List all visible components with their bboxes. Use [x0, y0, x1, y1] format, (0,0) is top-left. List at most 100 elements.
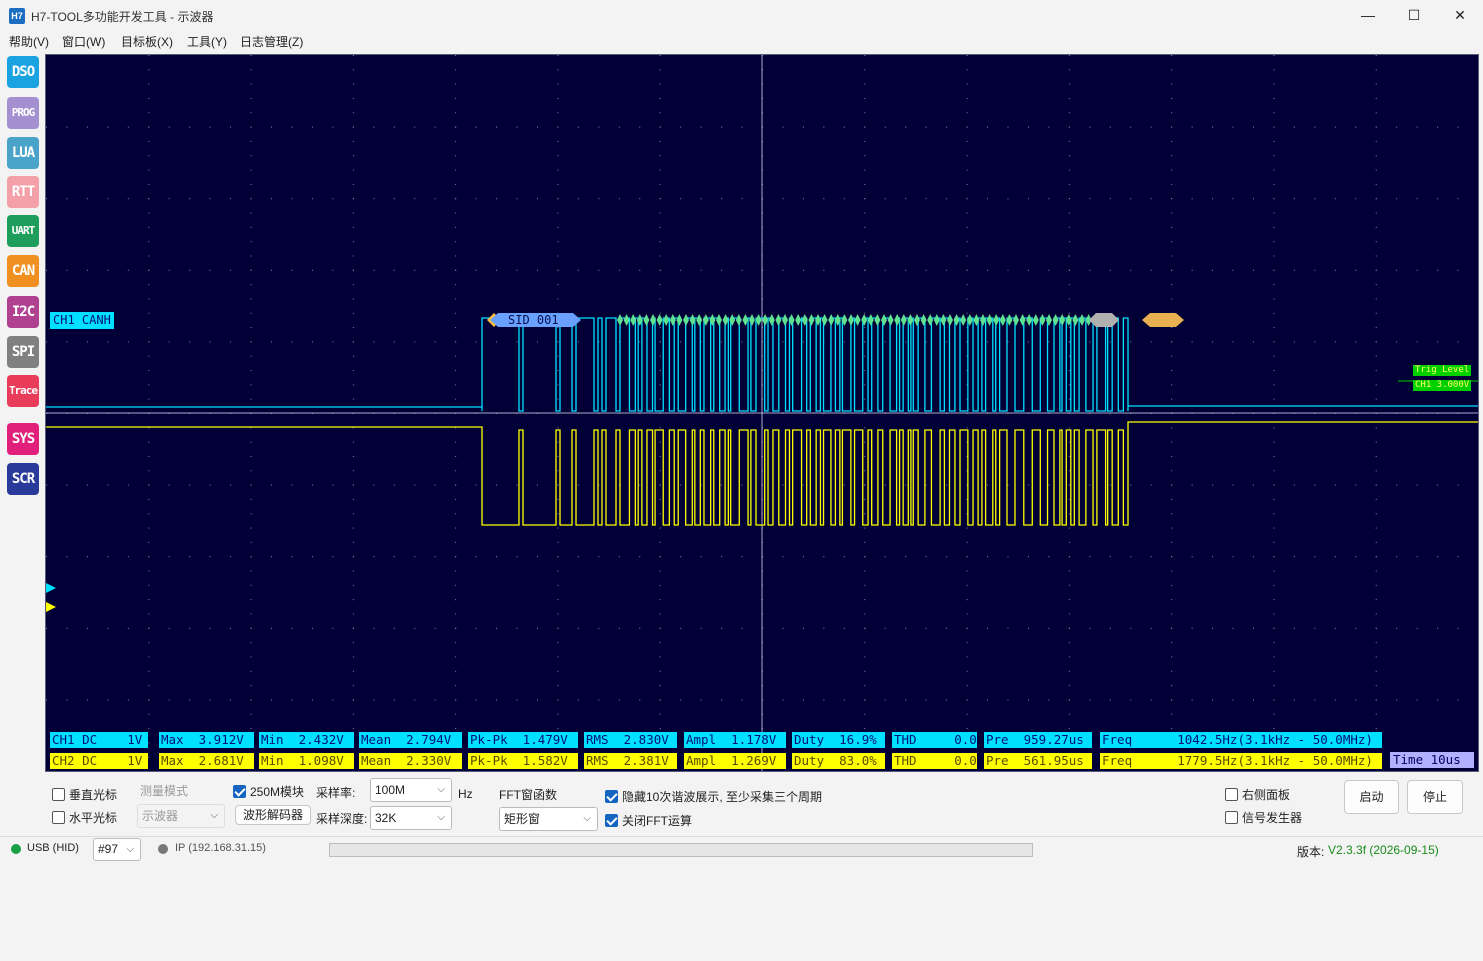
- checkbox-box-checked[interactable]: [233, 785, 246, 798]
- checkbox-box[interactable]: [1225, 788, 1238, 801]
- fft-window-select[interactable]: 矩形窗 ⌵: [499, 807, 598, 831]
- checkbox-box-checked[interactable]: [605, 790, 618, 803]
- grid-dot: [618, 556, 620, 558]
- maximize-button[interactable]: ☐: [1391, 0, 1437, 30]
- grid-dot: [864, 513, 866, 515]
- right-panel-checkbox[interactable]: 右侧面板: [1225, 786, 1290, 803]
- stop-button[interactable]: 停止: [1407, 780, 1463, 814]
- grid-dot: [1212, 699, 1214, 701]
- sidebar-item-spi[interactable]: SPI: [7, 336, 39, 368]
- grid-dot: [802, 484, 804, 486]
- grid-dot: [557, 527, 559, 529]
- grid-dot: [332, 198, 334, 200]
- grid-dot: [1314, 126, 1316, 128]
- sidebar-item-can[interactable]: CAN: [7, 255, 39, 287]
- decode-bit-marker: [663, 314, 670, 326]
- grid-dot: [536, 198, 538, 200]
- signal-generator-checkbox[interactable]: 信号发生器: [1225, 809, 1302, 826]
- sidebar-item-sys[interactable]: SYS: [7, 423, 39, 455]
- menu-window[interactable]: 窗口(W): [62, 33, 105, 50]
- grid-dot: [557, 427, 559, 429]
- grid-dot: [1355, 126, 1357, 128]
- sidebar-item-dso[interactable]: DSO: [7, 56, 39, 88]
- decode-bit-marker: [874, 314, 881, 326]
- grid-dot: [209, 341, 211, 343]
- grid-dot: [966, 627, 968, 629]
- grid-dot: [250, 255, 252, 257]
- grid-dot: [536, 341, 538, 343]
- grid-dot: [291, 556, 293, 558]
- menu-tools[interactable]: 工具(Y): [187, 33, 227, 50]
- measure-mode-select: 示波器 ⌵: [137, 804, 225, 828]
- sidebar-item-prog[interactable]: PROG: [7, 97, 39, 129]
- grid-dot: [987, 126, 989, 128]
- wave-decoder-button[interactable]: 波形解码器: [235, 805, 311, 825]
- grid-dot: [557, 656, 559, 658]
- grid-dot: [1273, 112, 1275, 114]
- hide-harmonics-checkbox[interactable]: 隐藏10次谐波展示, 至少采集三个周期: [605, 788, 822, 805]
- sample-rate-select[interactable]: 100M ⌵: [370, 778, 452, 802]
- grid-dot: [46, 556, 47, 558]
- grid-dot: [434, 126, 436, 128]
- grid-dot: [1171, 55, 1173, 56]
- grid-dot: [577, 341, 579, 343]
- grid-dot: [1273, 599, 1275, 601]
- grid-dot: [598, 699, 600, 701]
- grid-dot: [373, 699, 375, 701]
- decode-bit-marker: [1013, 314, 1019, 326]
- sidebar-item-lua[interactable]: LUA: [7, 137, 39, 169]
- grid-dot: [659, 642, 661, 644]
- grid-dot: [659, 498, 661, 500]
- grid-dot: [516, 269, 518, 271]
- grid-dot: [1252, 341, 1254, 343]
- grid-dot: [557, 384, 559, 386]
- decode-bit-marker: [940, 314, 947, 326]
- grid-dot: [168, 341, 170, 343]
- grid-dot: [864, 183, 866, 185]
- grid-dot: [782, 341, 784, 343]
- grid-dot: [1375, 455, 1377, 457]
- grid-dot: [250, 713, 252, 715]
- checkbox-box[interactable]: [52, 788, 65, 801]
- grid-dot: [455, 226, 457, 228]
- sidebar-item-rtt[interactable]: RTT: [7, 176, 39, 208]
- menu-target-board[interactable]: 目标板(X): [121, 33, 173, 50]
- checkbox-box[interactable]: [1225, 811, 1238, 824]
- grid-dot: [823, 627, 825, 629]
- grid-dot: [311, 556, 313, 558]
- close-fft-checkbox[interactable]: 关闭FFT运算: [605, 812, 692, 829]
- grid-dot: [1068, 298, 1070, 300]
- sample-depth-select[interactable]: 32K ⌵: [370, 806, 452, 830]
- grid-dot: [1089, 556, 1091, 558]
- horizontal-cursor-checkbox[interactable]: 水平光标: [52, 809, 117, 826]
- start-button[interactable]: 启动: [1344, 780, 1399, 814]
- grid-dot: [393, 126, 395, 128]
- module-250m-checkbox[interactable]: 250M模块: [233, 783, 304, 800]
- grid-dot: [557, 69, 559, 71]
- sidebar-item-scr[interactable]: SCR: [7, 463, 39, 495]
- sidebar-item-uart[interactable]: UART: [7, 215, 39, 247]
- grid-dot: [352, 484, 354, 486]
- timebase-label[interactable]: Time 10us: [1390, 752, 1474, 768]
- grid-dot: [1273, 126, 1275, 128]
- menu-help[interactable]: 帮助(V): [9, 33, 49, 50]
- grid-dot: [1048, 198, 1050, 200]
- grid-dot: [1273, 513, 1275, 515]
- close-button[interactable]: ✕: [1437, 0, 1483, 30]
- minimize-button[interactable]: —: [1345, 0, 1391, 30]
- port-select[interactable]: #97 ⌵: [93, 838, 141, 861]
- grid-dot: [1457, 556, 1459, 558]
- grid-dot: [148, 642, 150, 644]
- sidebar-item-trace[interactable]: Trace: [7, 375, 39, 407]
- grid-dot: [966, 670, 968, 672]
- grid-dot: [1068, 370, 1070, 372]
- grid-dot: [557, 255, 559, 257]
- vertical-cursor-checkbox[interactable]: 垂直光标: [52, 786, 117, 803]
- checkbox-box[interactable]: [52, 811, 65, 824]
- grid-dot: [1375, 527, 1377, 529]
- grid-dot: [946, 699, 948, 701]
- oscilloscope-display[interactable]: SID 001 CH1 CANH Trig Level CH1 3.000V C…: [45, 54, 1479, 772]
- checkbox-box-checked[interactable]: [605, 814, 618, 827]
- menu-log-management[interactable]: 日志管理(Z): [240, 33, 303, 50]
- sidebar-item-i2c[interactable]: I2C: [7, 296, 39, 328]
